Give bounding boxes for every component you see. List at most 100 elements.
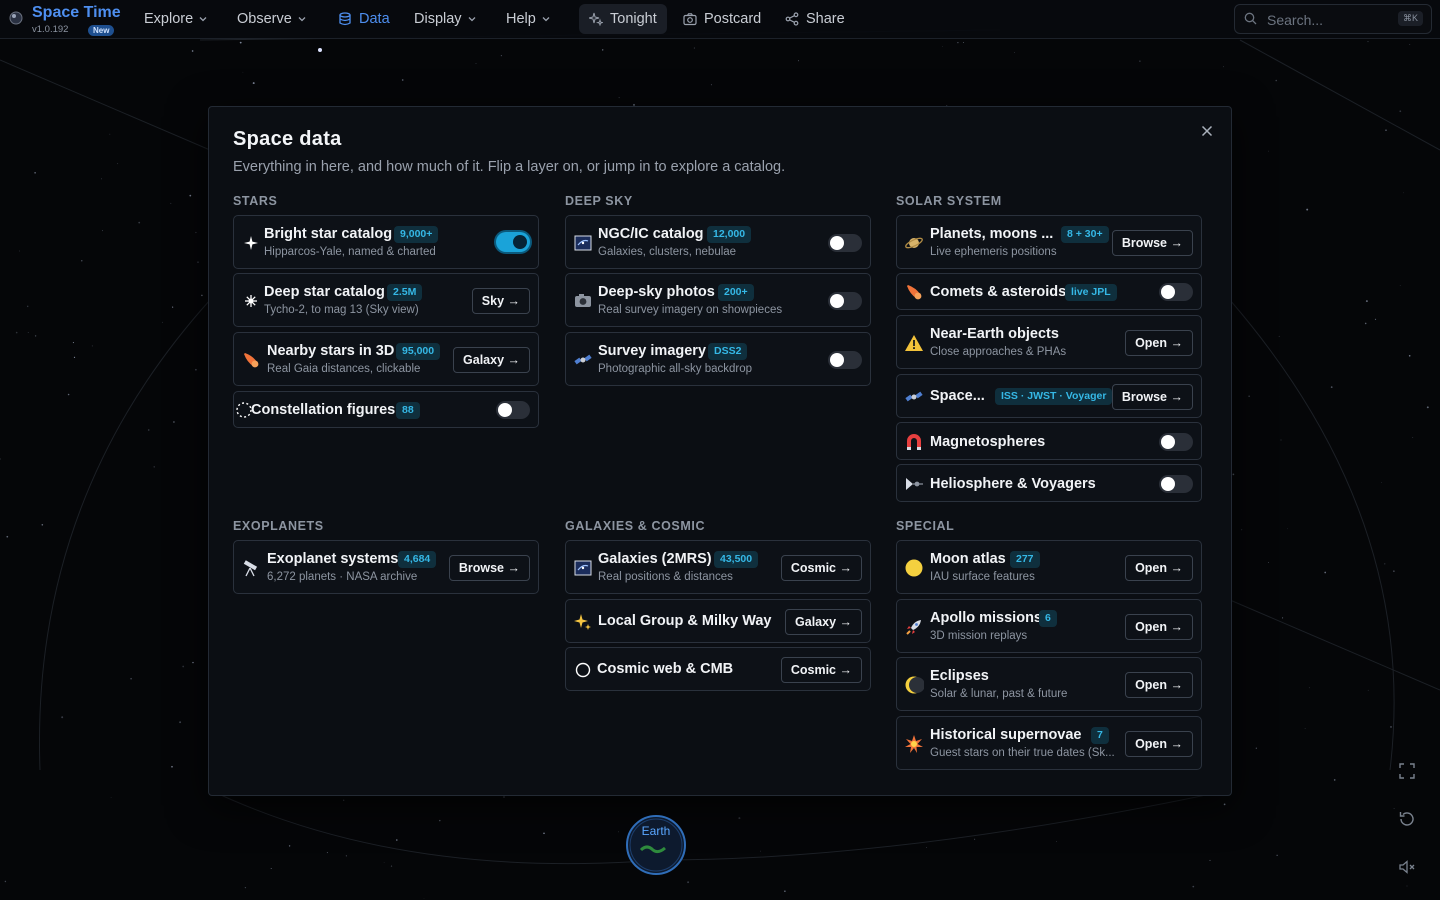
- background-star: [1056, 840, 1057, 842]
- background-star: [343, 799, 345, 801]
- nav-data[interactable]: Data: [338, 4, 390, 34]
- nav-explore[interactable]: Explore: [144, 4, 207, 34]
- background-star: [19, 250, 20, 252]
- close-icon[interactable]: [1199, 123, 1215, 139]
- section-title-galaxies-cosmic: GALAXIES & COSMIC: [565, 519, 706, 533]
- sparkle-icon: [241, 233, 261, 253]
- nav-tonight[interactable]: Tonight: [579, 4, 667, 34]
- nav-share[interactable]: Share: [785, 4, 845, 34]
- card-name: Local Group & Milky Way: [598, 613, 772, 629]
- background-star: [326, 852, 328, 854]
- survey-imagery-toggle[interactable]: [828, 351, 862, 369]
- background-star: [102, 230, 103, 232]
- card-name: Near-Earth objects: [930, 326, 1059, 342]
- open-button[interactable]: Open →: [1125, 555, 1193, 581]
- card-name: Historical supernovae: [930, 727, 1082, 743]
- card-eclipses: Eclipses Solar & lunar, past & future Op…: [896, 657, 1202, 711]
- count-badge: live JPL: [1065, 284, 1117, 301]
- browse-button[interactable]: Browse →: [448, 555, 530, 581]
- card-desc: Solar & lunar, past & future: [930, 688, 1068, 700]
- chevron-down-icon: [468, 17, 476, 22]
- background-star: [73, 356, 76, 359]
- nav-display[interactable]: Display: [414, 4, 476, 34]
- search-input[interactable]: [1265, 9, 1389, 31]
- cosmic-button[interactable]: Cosmic →: [780, 555, 862, 581]
- cosmic-button[interactable]: Cosmic →: [780, 657, 862, 683]
- background-star: [191, 50, 194, 52]
- comets-toggle[interactable]: [1159, 283, 1193, 301]
- galaxy-button[interactable]: Galaxy →: [453, 347, 530, 373]
- background-star: [396, 839, 398, 841]
- sparkles-icon: [589, 12, 603, 26]
- magnetospheres-toggle[interactable]: [1159, 433, 1193, 451]
- open-button[interactable]: Open →: [1125, 731, 1193, 757]
- mute-icon[interactable]: [1398, 858, 1416, 876]
- starburst-icon: [241, 291, 261, 311]
- card-name: Exoplanet systems: [267, 551, 399, 567]
- earth-globe-icon: [626, 815, 686, 875]
- card-near-earth-objects: Near-Earth objects Close approaches & PH…: [896, 315, 1202, 369]
- background-star: [1381, 482, 1383, 483]
- background-star: [1367, 689, 1369, 691]
- card-bright-star-catalog: Bright star catalog 9,000+ Hipparcos-Yal…: [233, 215, 539, 269]
- card-desc: Photographic all-sky backdrop: [598, 363, 753, 375]
- earth-marker[interactable]: Earth: [625, 812, 687, 878]
- background-star: [182, 665, 185, 668]
- background-star: [1365, 300, 1368, 303]
- card-desc: Close approaches & PHAs: [930, 346, 1067, 358]
- count-badge: 8 + 30+: [1061, 226, 1109, 243]
- bright-star-toggle[interactable]: [496, 232, 530, 252]
- background-star: [687, 881, 690, 884]
- card-name: Deep-sky photos: [598, 284, 715, 300]
- sky-button[interactable]: Sky →: [471, 288, 530, 314]
- browse-button[interactable]: Browse →: [1111, 384, 1193, 410]
- background-star: [345, 855, 347, 857]
- background-star: [91, 345, 93, 347]
- section-title-stars: STARS: [233, 194, 278, 208]
- background-star: [147, 429, 150, 431]
- fullscreen-icon[interactable]: [1398, 762, 1416, 780]
- card-comets-asteroids: Comets & asteroids live JPL: [896, 273, 1202, 310]
- card-name: Nearby stars in 3D: [267, 343, 395, 359]
- heliosphere-toggle[interactable]: [1159, 475, 1193, 493]
- nav-observe[interactable]: Observe: [237, 4, 306, 34]
- ngc-toggle[interactable]: [828, 234, 862, 252]
- background-star: [423, 898, 425, 900]
- background-star: [1287, 528, 1288, 530]
- background-star: [760, 850, 761, 852]
- constellation-toggle[interactable]: [496, 401, 530, 419]
- ringed-planet-icon: [904, 233, 924, 253]
- card-nearby-stars-3d: Nearby stars in 3D 95,000 Real Gaia dist…: [233, 332, 539, 386]
- deep-sky-photos-toggle[interactable]: [828, 292, 862, 310]
- search-box[interactable]: ⌘K: [1234, 4, 1432, 34]
- nav-display-label: Display: [414, 11, 462, 27]
- background-star: [288, 845, 291, 847]
- card-spacecraft: Space... ISS · JWST · Voyager Browse →: [896, 374, 1202, 418]
- background-star: [1209, 859, 1211, 861]
- background-star: [738, 817, 741, 820]
- chevron-down-icon: [542, 17, 550, 22]
- background-star: [693, 47, 695, 49]
- browse-button[interactable]: Browse →: [1111, 230, 1193, 256]
- background-star: [1385, 129, 1387, 131]
- satellite-icon: [573, 350, 593, 370]
- nav-explore-label: Explore: [144, 11, 194, 27]
- open-button[interactable]: Open →: [1125, 614, 1193, 640]
- background-star: [1255, 747, 1257, 749]
- galaxy-button[interactable]: Galaxy →: [785, 609, 862, 635]
- app-logo-icon: [9, 11, 23, 25]
- reset-icon[interactable]: [1398, 810, 1416, 828]
- background-star: [197, 261, 199, 263]
- background-star: [195, 368, 197, 371]
- open-button[interactable]: Open →: [1125, 330, 1193, 356]
- nav-help[interactable]: Help: [506, 4, 550, 34]
- background-star: [439, 819, 441, 822]
- supernova-icon: [904, 734, 924, 754]
- card-constellation-figures: Constellation figures 88: [233, 391, 539, 428]
- nav-postcard[interactable]: Postcard: [683, 4, 761, 34]
- open-button[interactable]: Open →: [1125, 672, 1193, 698]
- background-star: [61, 716, 64, 719]
- card-survey-imagery: Survey imagery DSS2 Photographic all-sky…: [565, 332, 871, 386]
- rocket-icon: [904, 617, 924, 637]
- warning-icon: [904, 333, 924, 353]
